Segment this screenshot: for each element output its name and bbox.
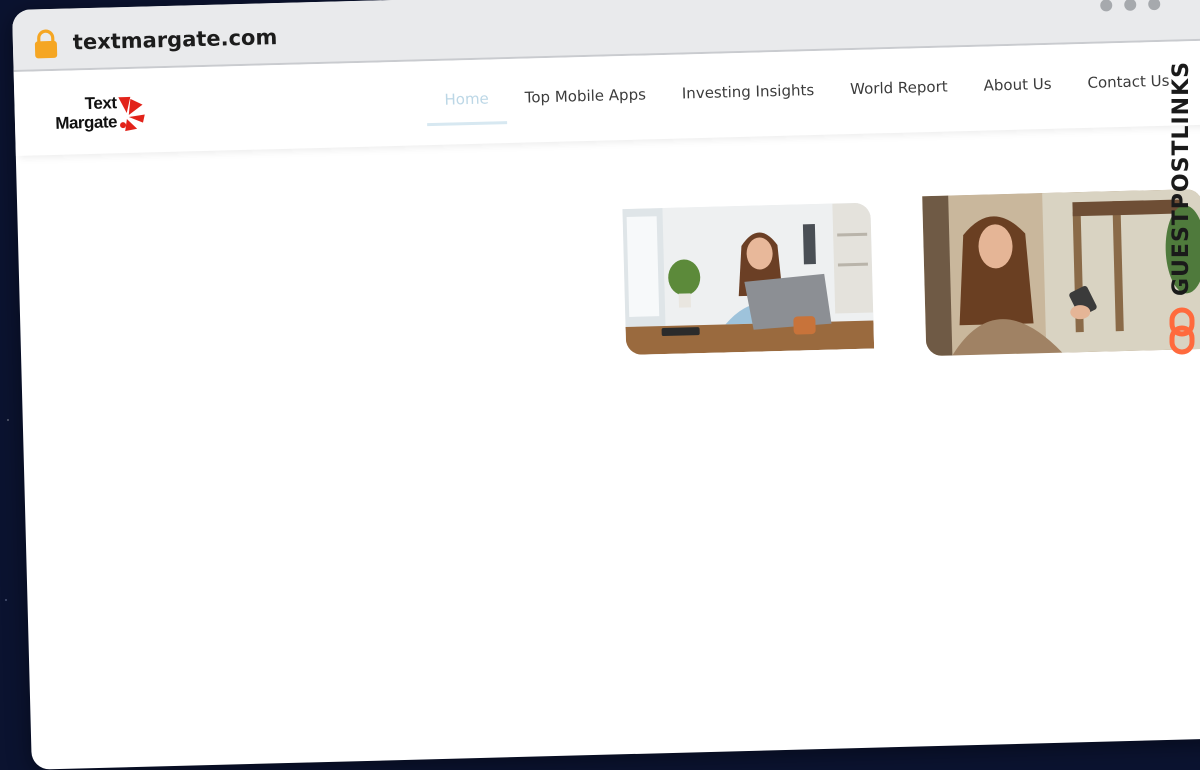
logo-text: Text Margate <box>44 93 117 133</box>
window-dot[interactable] <box>1124 0 1137 11</box>
watermark-badge: GUESTPOSTLINKS <box>1143 56 1199 356</box>
nav-item-top-mobile-apps[interactable]: Top Mobile Apps <box>507 85 665 124</box>
nav-item-home[interactable]: Home <box>426 89 508 127</box>
window-dot[interactable] <box>1148 0 1161 11</box>
window-dot[interactable] <box>1100 0 1113 12</box>
article-image-woman-laptop[interactable] <box>622 202 875 356</box>
browser-window: textmargate.com Text Margate Home Top Mo… <box>12 0 1200 770</box>
logo-line-2: Margate <box>55 112 118 133</box>
window-dots-icon[interactable] <box>1100 0 1161 12</box>
link-icon <box>1169 307 1195 355</box>
url-text[interactable]: textmargate.com <box>73 25 278 54</box>
site-logo[interactable]: Text Margate <box>44 92 155 139</box>
watermark-text: GUESTPOSTLINKS <box>1169 61 1194 296</box>
nav-item-world-report[interactable]: World Report <box>832 77 966 115</box>
nav-item-investing-insights[interactable]: Investing Insights <box>664 81 833 120</box>
logo-burst-icon <box>118 96 145 132</box>
nav-item-about-us[interactable]: About Us <box>965 74 1070 112</box>
photo-laptop-scene <box>622 202 875 356</box>
main-nav: Home Top Mobile Apps Investing Insights … <box>426 71 1188 127</box>
lock-icon <box>34 29 58 59</box>
logo-line-1: Text <box>84 93 117 114</box>
